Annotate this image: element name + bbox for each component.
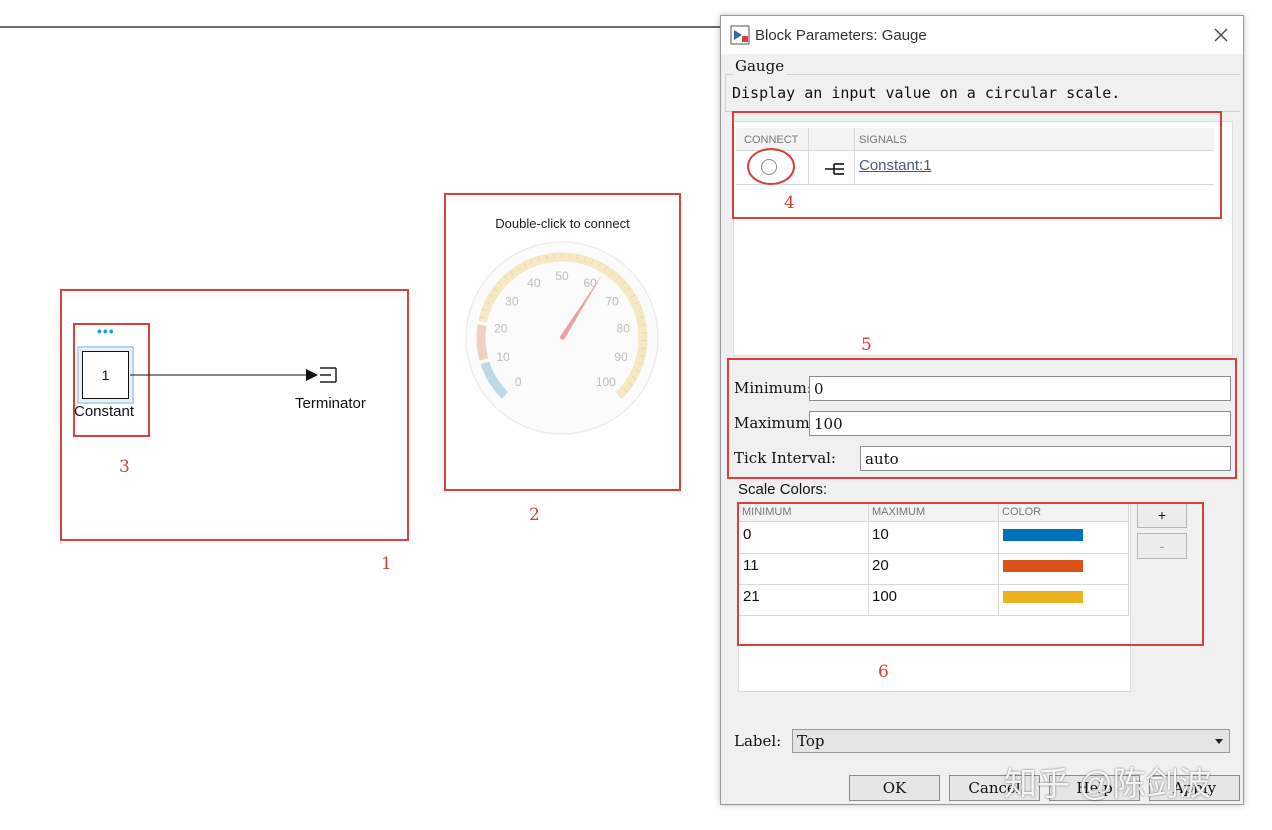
- label-position-value: Top: [797, 732, 825, 750]
- simulink-app-icon: [730, 25, 750, 45]
- gauge-tick-label: 30: [505, 295, 519, 309]
- label-position-select[interactable]: Top: [792, 729, 1230, 753]
- annotation-number-4: 4: [784, 193, 795, 213]
- gauge-tick-label: 50: [555, 269, 569, 283]
- block-menu-ellipsis[interactable]: •••: [97, 323, 115, 339]
- annotation-box-6: [737, 502, 1204, 646]
- signal-line[interactable]: [128, 362, 348, 388]
- gauge-tick-label: 70: [605, 295, 619, 309]
- gauge-minor-tick: [641, 347, 647, 350]
- annotation-number-5: 5: [861, 335, 872, 355]
- annotation-number-1: 1: [381, 554, 392, 574]
- gauge-tick-label: 90: [614, 350, 628, 364]
- dialog-description: Display an input value on a circular sca…: [732, 84, 1121, 102]
- gauge-minor-tick: [477, 347, 483, 350]
- annotation-circle-4: [747, 148, 795, 185]
- gauge-tick-label: 10: [496, 350, 510, 364]
- chevron-down-icon: [1215, 739, 1223, 744]
- dialog-title: Block Parameters: Gauge: [755, 27, 927, 44]
- gauge-tick-label: 40: [527, 276, 541, 290]
- label-position-label: Label:: [734, 732, 782, 750]
- constant-block[interactable]: 1: [82, 351, 129, 399]
- ok-button[interactable]: OK: [849, 775, 940, 801]
- annotation-number-6: 6: [878, 662, 889, 682]
- gauge-tick-label: 60: [583, 276, 597, 290]
- annotation-number-3: 3: [119, 457, 130, 477]
- canvas-top-border: [0, 26, 722, 28]
- constant-value: 1: [101, 367, 110, 383]
- gauge-block[interactable]: 0 10 20 30 40 50 60 70 80 90 100: [460, 236, 665, 441]
- gauge-color-band: [476, 324, 489, 361]
- gauge-connect-hint: Double-click to connect: [495, 216, 630, 231]
- constant-block-label: Constant: [74, 403, 135, 420]
- scale-colors-label: Scale Colors:: [738, 481, 828, 498]
- terminator-block-label: Terminator: [295, 395, 366, 412]
- gauge-tick-label: 20: [494, 321, 508, 335]
- annotation-number-2: 2: [529, 505, 540, 525]
- gauge-tick-label: 0: [515, 375, 522, 389]
- terminator-block[interactable]: [320, 367, 337, 383]
- gauge-tick-label: 100: [596, 375, 616, 389]
- annotation-box-4: [732, 111, 1222, 219]
- watermark: 知乎 @陈剑波: [1004, 765, 1212, 802]
- close-icon[interactable]: [1214, 28, 1228, 42]
- group-label: Gauge: [733, 57, 787, 75]
- annotation-box-5: [727, 358, 1237, 479]
- constant-block-selection[interactable]: 1: [77, 346, 134, 404]
- gauge-tick-label: 80: [617, 321, 631, 335]
